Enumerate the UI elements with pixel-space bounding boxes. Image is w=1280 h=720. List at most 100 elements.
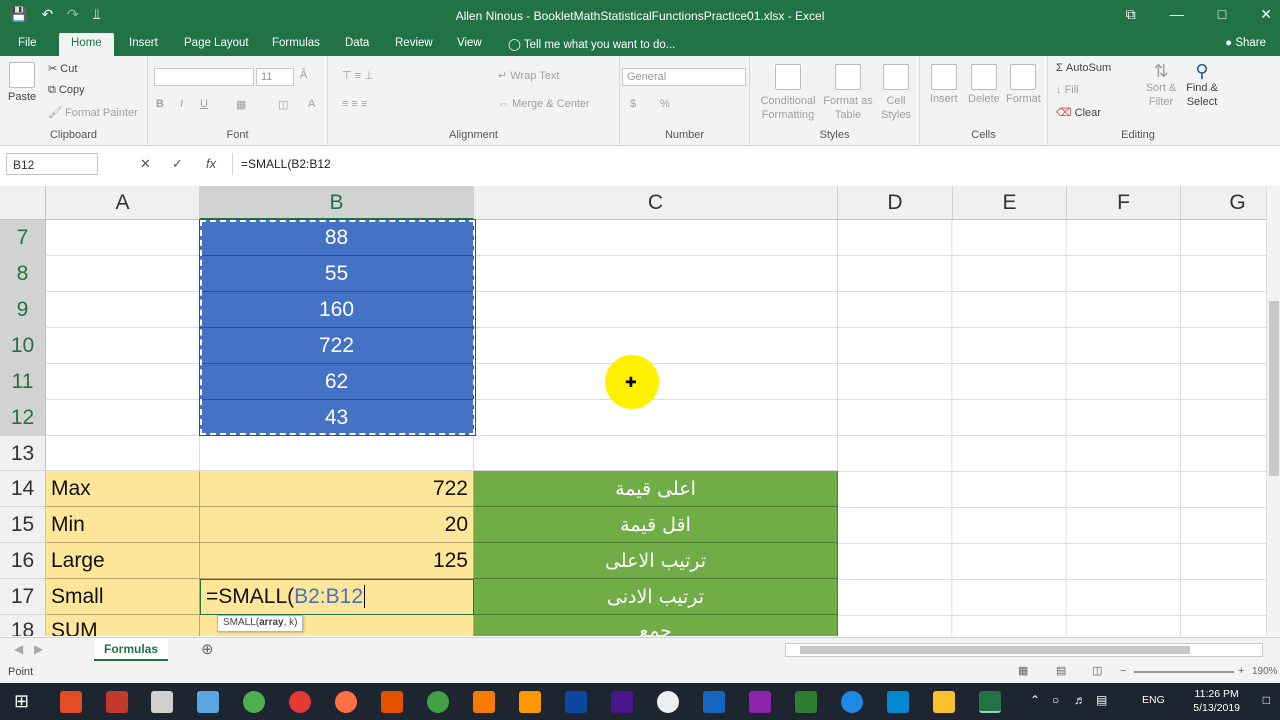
align-top-icon[interactable]: ⊤ ≡ ⊥ — [342, 69, 374, 82]
media-player-icon[interactable] — [657, 691, 679, 713]
notifications-icon[interactable]: □ — [1263, 693, 1270, 707]
formula-input[interactable]: =SMALL(B2:B12 — [232, 153, 1262, 175]
cell-a7[interactable] — [46, 220, 200, 256]
ribbon-display-icon[interactable]: ⧉ — [1126, 6, 1136, 23]
format-cells-button[interactable]: Format — [1006, 64, 1041, 105]
column-header-g[interactable]: G — [1181, 186, 1266, 220]
merge-center-button[interactable]: ⇔ Merge & Center — [498, 98, 590, 110]
column-header-f[interactable]: F — [1067, 186, 1181, 220]
sheet-nav-next-icon[interactable]: ▶ — [34, 642, 43, 656]
grow-font-icon[interactable]: Â — [300, 69, 307, 81]
borders-icon[interactable]: ▦ — [236, 98, 246, 111]
cell-c12[interactable] — [474, 400, 838, 436]
download-icon[interactable] — [703, 691, 725, 713]
premiere-icon[interactable] — [611, 691, 633, 713]
sheet-tab-formulas[interactable]: Formulas — [94, 638, 168, 661]
vertical-scroll-thumb[interactable] — [1269, 301, 1279, 476]
row-header[interactable]: 9 — [0, 292, 46, 328]
cell-b13[interactable] — [200, 436, 474, 471]
app-icon-2[interactable] — [106, 691, 128, 713]
tab-file[interactable]: File — [18, 37, 37, 49]
app-icon-8[interactable] — [381, 691, 403, 713]
fill-button[interactable]: ↓ Fill — [1056, 84, 1079, 96]
cell-b12[interactable]: 43 — [200, 400, 474, 436]
row-header[interactable]: 16 — [0, 543, 46, 579]
wrap-text-button[interactable]: ↵ Wrap Text — [498, 69, 559, 82]
insert-function-icon[interactable]: fx — [206, 156, 216, 171]
delete-cells-button[interactable]: Delete — [968, 64, 1000, 105]
cell-a14[interactable]: Max — [46, 471, 200, 507]
vertical-scrollbar[interactable] — [1266, 186, 1280, 636]
tab-review[interactable]: Review — [395, 37, 433, 49]
cell-a10[interactable] — [46, 328, 200, 364]
cut-button[interactable]: ✂ Cut — [48, 62, 77, 75]
maximize-icon[interactable]: □ — [1218, 6, 1226, 23]
insert-cells-button[interactable]: Insert — [930, 64, 958, 105]
cell-c17[interactable]: ترتيب الادنى — [474, 579, 838, 615]
row-header[interactable]: 8 — [0, 256, 46, 292]
close-icon[interactable]: ✕ — [1260, 6, 1272, 23]
number-format-combo[interactable]: General — [622, 68, 746, 86]
row-header[interactable]: 11 — [0, 364, 46, 400]
cell-b14[interactable]: 722 — [200, 471, 474, 507]
enter-icon[interactable]: ✓ — [172, 156, 183, 172]
function-tooltip[interactable]: SMALL(array, k) — [217, 615, 304, 632]
cell-a12[interactable] — [46, 400, 200, 436]
tab-formulas[interactable]: Formulas — [272, 37, 320, 49]
cell-b7[interactable]: 88 — [200, 220, 474, 256]
cell-a17[interactable]: Small — [46, 579, 200, 615]
row-header[interactable]: 7 — [0, 220, 46, 256]
cell-b15[interactable]: 20 — [200, 507, 474, 543]
find-select-button[interactable]: ⚲ Find & Select — [1182, 62, 1222, 109]
row-header[interactable]: 14 — [0, 471, 46, 507]
zoom-app-icon[interactable] — [841, 691, 863, 713]
zoom-slider[interactable] — [1134, 671, 1234, 673]
format-as-table-button[interactable]: Format as Table — [822, 64, 874, 122]
app-icon-4[interactable] — [197, 691, 219, 713]
row-header[interactable]: 12 — [0, 400, 46, 436]
format-painter-button[interactable]: 🖌 Format Painter — [48, 106, 138, 119]
column-header-c[interactable]: C — [474, 186, 838, 220]
bold-button[interactable]: B — [156, 98, 164, 110]
cell-a8[interactable] — [46, 256, 200, 292]
cell-a15[interactable]: Min — [46, 507, 200, 543]
column-header-a[interactable]: A — [46, 186, 200, 220]
file-explorer-icon[interactable] — [933, 691, 955, 713]
cell-c15[interactable]: اقل قيمة — [474, 507, 838, 543]
sheet-nav-prev-icon[interactable]: ◀ — [14, 642, 23, 656]
cell-b10[interactable]: 722 — [200, 328, 474, 364]
page-break-view-icon[interactable]: ◫ — [1092, 664, 1102, 677]
copy-button[interactable]: ⧉ Copy — [48, 84, 85, 97]
tell-me-search[interactable]: ◯ Tell me what you want to do... — [508, 37, 675, 51]
page-layout-view-icon[interactable]: ▤ — [1056, 664, 1066, 677]
normal-view-icon[interactable]: ▦ — [1018, 664, 1028, 677]
zoom-level[interactable]: 190% — [1252, 666, 1278, 677]
clear-button[interactable]: ⌫ Clear — [1056, 106, 1101, 119]
font-size-combo[interactable]: 11 — [256, 68, 294, 86]
app-icon-1[interactable] — [60, 691, 82, 713]
windows-start-icon[interactable]: ⊞ — [14, 691, 29, 712]
cell-a11[interactable] — [46, 364, 200, 400]
underline-button[interactable]: U — [200, 98, 208, 110]
app-icon-17[interactable] — [795, 691, 817, 713]
tab-insert[interactable]: Insert — [129, 37, 158, 49]
italic-button[interactable]: I — [180, 98, 183, 110]
name-box[interactable]: B12 — [6, 153, 98, 175]
conditional-formatting-button[interactable]: Conditional Formatting — [758, 64, 818, 122]
share-button[interactable]: ● Share — [1225, 37, 1266, 49]
cell-b9[interactable]: 160 — [200, 292, 474, 328]
autosum-button[interactable]: Σ AutoSum — [1056, 62, 1111, 74]
cell-c18[interactable]: جمع — [474, 615, 838, 636]
column-header-b[interactable]: B — [200, 186, 474, 220]
photoshop-icon[interactable] — [565, 691, 587, 713]
cell-c8[interactable] — [474, 256, 838, 292]
input-language[interactable]: ENG — [1142, 694, 1165, 706]
app-icon-10[interactable] — [473, 691, 495, 713]
zoom-out-icon[interactable]: − — [1120, 665, 1126, 677]
cell-a18[interactable]: SUM — [46, 615, 200, 636]
font-color-icon[interactable]: A — [308, 98, 315, 110]
tab-view[interactable]: View — [457, 37, 482, 49]
row-header[interactable]: 10 — [0, 328, 46, 364]
column-header-e[interactable]: E — [953, 186, 1067, 220]
new-sheet-icon[interactable]: ⊕ — [201, 640, 214, 658]
